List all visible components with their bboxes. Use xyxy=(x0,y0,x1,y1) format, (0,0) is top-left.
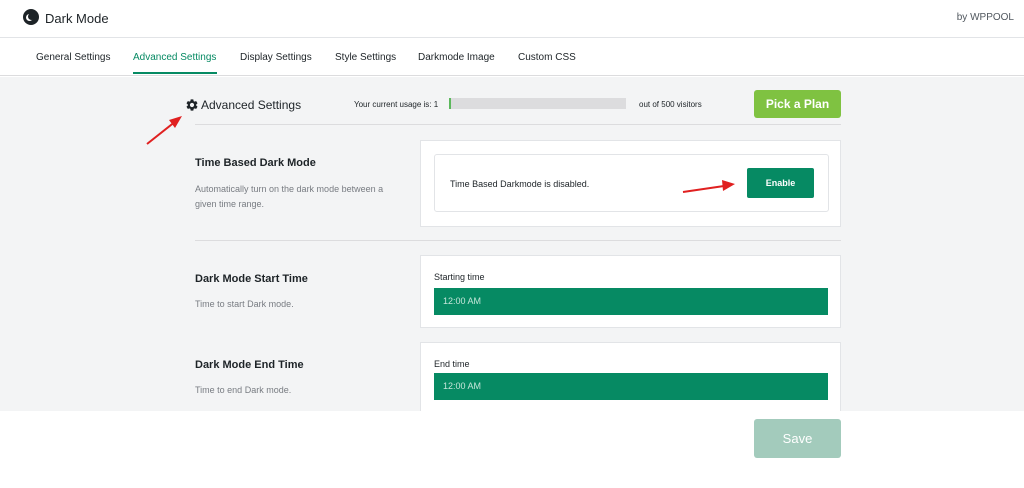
tab-advanced-settings[interactable]: Advanced Settings xyxy=(133,52,216,63)
end-time-label: End time xyxy=(434,359,470,369)
tab-general-settings[interactable]: General Settings xyxy=(36,52,111,63)
settings-content: Advanced Settings Your current usage is:… xyxy=(0,77,1024,411)
settings-tabs: General Settings Advanced Settings Displ… xyxy=(0,38,1024,76)
brand-label: by WPPOOL xyxy=(956,12,1014,23)
usage-suffix: out of 500 visitors xyxy=(639,100,702,109)
time-based-description: Automatically turn on the dark mode betw… xyxy=(195,184,384,209)
start-time-input[interactable]: 12:00 AM xyxy=(434,288,828,315)
divider xyxy=(195,240,841,241)
time-based-card: Time Based Darkmode is disabled. Enable xyxy=(420,140,841,227)
usage-progress-fill xyxy=(449,98,451,109)
top-bar: Dark Mode by WPPOOL xyxy=(0,0,1024,38)
start-time-title: Dark Mode Start Time xyxy=(195,273,308,285)
start-time-label: Starting time xyxy=(434,272,485,282)
tab-darkmode-image[interactable]: Darkmode Image xyxy=(418,52,495,63)
end-time-description: Time to end Dark mode. xyxy=(195,385,292,395)
tab-display-settings[interactable]: Display Settings xyxy=(240,52,312,63)
enable-button[interactable]: Enable xyxy=(747,168,814,198)
pick-a-plan-button[interactable]: Pick a Plan xyxy=(754,90,841,118)
app-title: Dark Mode xyxy=(45,11,109,26)
gear-icon xyxy=(186,99,198,111)
tab-custom-css[interactable]: Custom CSS xyxy=(518,52,576,63)
tab-style-settings[interactable]: Style Settings xyxy=(335,52,396,63)
usage-label: Your current usage is: 1 xyxy=(354,100,439,109)
moon-logo-icon xyxy=(23,9,39,25)
start-time-card: Starting time 12:00 AM xyxy=(420,255,841,328)
time-based-status: Time Based Darkmode is disabled. xyxy=(450,179,590,189)
divider xyxy=(195,124,841,125)
start-time-description: Time to start Dark mode. xyxy=(195,299,294,309)
active-tab-indicator xyxy=(133,72,217,74)
end-time-title: Dark Mode End Time xyxy=(195,359,304,371)
end-time-card: End time 12:00 AM xyxy=(420,342,841,411)
time-based-status-box: Time Based Darkmode is disabled. Enable xyxy=(434,154,829,212)
end-time-input[interactable]: 12:00 AM xyxy=(434,373,828,400)
page-title: Advanced Settings xyxy=(201,98,302,112)
usage-progress-bar xyxy=(449,98,626,109)
save-button[interactable]: Save xyxy=(754,419,841,458)
time-based-title: Time Based Dark Mode xyxy=(195,157,316,169)
